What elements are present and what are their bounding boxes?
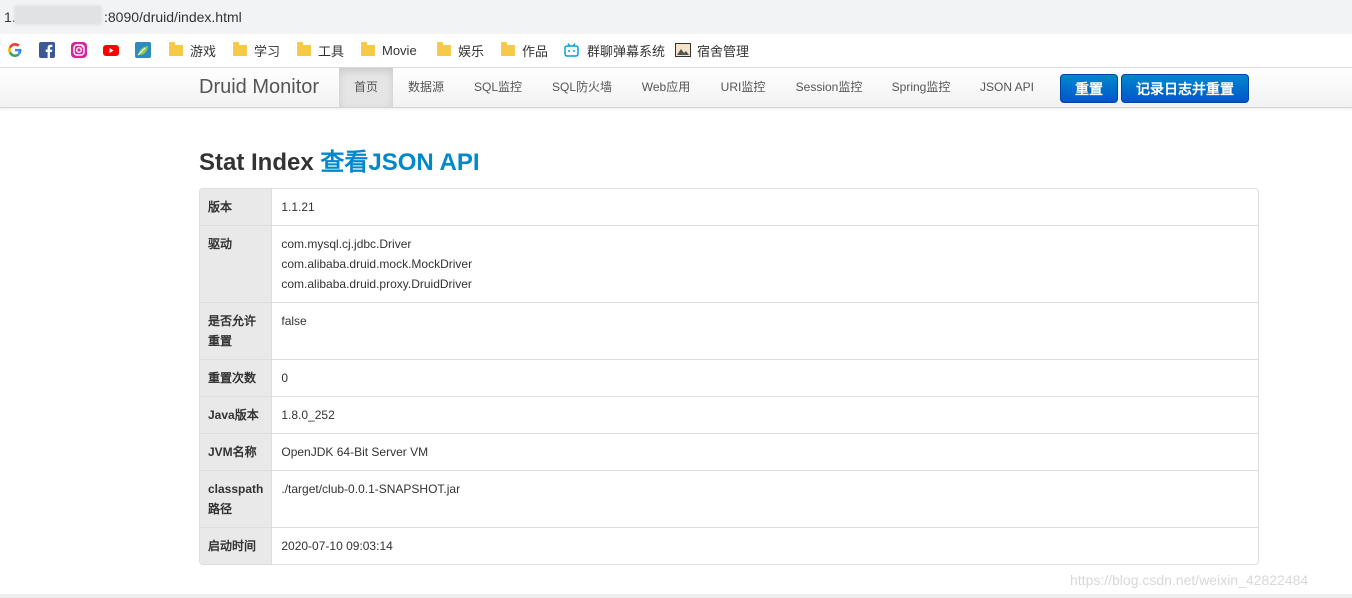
tab-session-monitor[interactable]: Session监控 — [786, 68, 872, 107]
row-value: 2020-07-10 09:03:14 — [272, 527, 1258, 564]
bookmark-label: 工具 — [318, 43, 345, 59]
tab-sql-firewall[interactable]: SQL防火墙 — [542, 68, 622, 107]
driver-value: com.mysql.cj.jdbc.Driver — [281, 237, 412, 251]
table-row: 启动时间 2020-07-10 09:03:14 — [200, 527, 1258, 564]
table-row: Java版本 1.8.0_252 — [200, 396, 1258, 433]
tab-datasource[interactable]: 数据源 — [397, 68, 455, 107]
view-json-api-link[interactable]: 查看JSON API — [320, 149, 479, 176]
bookmarks-bar: 游戏 学习 工具 Movie 娱乐 作品 群聊弹幕系统 宿舍管理 — [0, 34, 1352, 68]
table-row: 是否允许重置 false — [200, 302, 1258, 359]
bookmark-label: 游戏 — [190, 43, 217, 59]
bookmark-label: 学习 — [254, 43, 281, 59]
watermark: https://blog.csdn.net/weixin_42822484 — [1070, 572, 1309, 588]
folder-icon — [169, 41, 183, 56]
row-value: com.mysql.cj.jdbc.Driver com.alibaba.dru… — [272, 225, 1258, 302]
url-path: :8090/druid/index.html — [104, 9, 242, 25]
row-label: 驱动 — [200, 225, 273, 302]
tab-spring-monitor[interactable]: Spring监控 — [882, 68, 960, 107]
row-label: 是否允许重置 — [200, 302, 273, 359]
bookmark-dorm[interactable]: 宿舍管理 — [675, 41, 749, 59]
folder-icon — [361, 41, 375, 56]
folder-icon — [297, 41, 311, 56]
row-label: 重置次数 — [200, 359, 273, 396]
driver-value: com.alibaba.druid.proxy.DruidDriver — [281, 277, 472, 291]
youtube-icon[interactable] — [103, 42, 119, 58]
bookmark-label: 娱乐 — [458, 43, 485, 59]
row-label: 启动时间 — [200, 527, 273, 564]
page-bottom-border — [0, 594, 1352, 598]
leaf-icon[interactable] — [135, 42, 151, 58]
reset-button[interactable]: 重置 — [1060, 74, 1118, 103]
row-value: ./target/club-0.0.1-SNAPSHOT.jar — [272, 470, 1258, 527]
bookmark-works[interactable]: 作品 — [501, 41, 548, 59]
table-row: 版本 1.1.21 — [200, 189, 1258, 225]
bookmark-label: Movie — [382, 42, 417, 58]
bookmark-tools[interactable]: 工具 — [297, 41, 344, 59]
url-redacted-host — [14, 5, 102, 25]
tab-web-app[interactable]: Web应用 — [632, 68, 700, 107]
bookmark-label: 宿舍管理 — [697, 43, 750, 59]
bookmark-movie[interactable]: Movie — [361, 41, 417, 59]
log-and-reset-button[interactable]: 记录日志并重置 — [1121, 74, 1249, 103]
table-row: 重置次数 0 — [200, 359, 1258, 396]
bookmark-danmaku[interactable]: 群聊弹幕系统 — [564, 41, 665, 59]
bookmark-games[interactable]: 游戏 — [169, 41, 216, 59]
folder-icon — [437, 41, 451, 56]
facebook-icon[interactable] — [39, 42, 55, 58]
bookmark-label: 群聊弹幕系统 — [587, 43, 666, 59]
stat-index-table: 版本 1.1.21 驱动 com.mysql.cj.jdbc.Driver co… — [199, 188, 1259, 565]
google-icon[interactable] — [7, 42, 23, 58]
tab-home[interactable]: 首页 — [339, 68, 393, 107]
folder-icon — [233, 41, 247, 56]
table-row: JVM名称 OpenJDK 64-Bit Server VM — [200, 433, 1258, 470]
bookmark-study[interactable]: 学习 — [233, 41, 280, 59]
bilibili-icon — [564, 43, 579, 57]
row-label: JVM名称 — [200, 433, 273, 470]
tab-json-api[interactable]: JSON API — [970, 68, 1044, 107]
row-value: 1.8.0_252 — [272, 396, 1258, 433]
folder-icon — [501, 41, 515, 56]
row-label: 版本 — [200, 189, 273, 225]
tab-sql-monitor[interactable]: SQL监控 — [465, 68, 531, 107]
tab-uri-monitor[interactable]: URI监控 — [710, 68, 776, 107]
row-value: 1.1.21 — [281, 200, 315, 214]
table-row: 驱动 com.mysql.cj.jdbc.Driver com.alibaba.… — [200, 225, 1258, 302]
picture-icon — [675, 43, 691, 57]
row-label: classpath路径 — [200, 470, 273, 527]
bookmark-entertainment[interactable]: 娱乐 — [437, 41, 484, 59]
row-label: Java版本 — [200, 396, 273, 433]
row-value: 0 — [272, 359, 1258, 396]
row-value: OpenJDK 64-Bit Server VM — [272, 433, 1258, 470]
row-value: false — [272, 302, 1258, 359]
table-row: classpath路径 ./target/club-0.0.1-SNAPSHOT… — [200, 470, 1258, 527]
instagram-icon[interactable] — [71, 42, 87, 58]
page-title-text: Stat Index — [199, 149, 314, 176]
druid-navbar: Druid Monitor 首页 数据源 SQL监控 SQL防火墙 Web应用 … — [0, 68, 1352, 108]
brand-logo[interactable]: Druid Monitor — [199, 76, 319, 99]
page-title: Stat Index 查看JSON API — [199, 142, 480, 177]
driver-value: com.alibaba.druid.mock.MockDriver — [281, 257, 473, 271]
bookmark-label: 作品 — [522, 43, 549, 59]
browser-address-bar[interactable]: 1. :8090/druid/index.html — [0, 0, 1352, 34]
